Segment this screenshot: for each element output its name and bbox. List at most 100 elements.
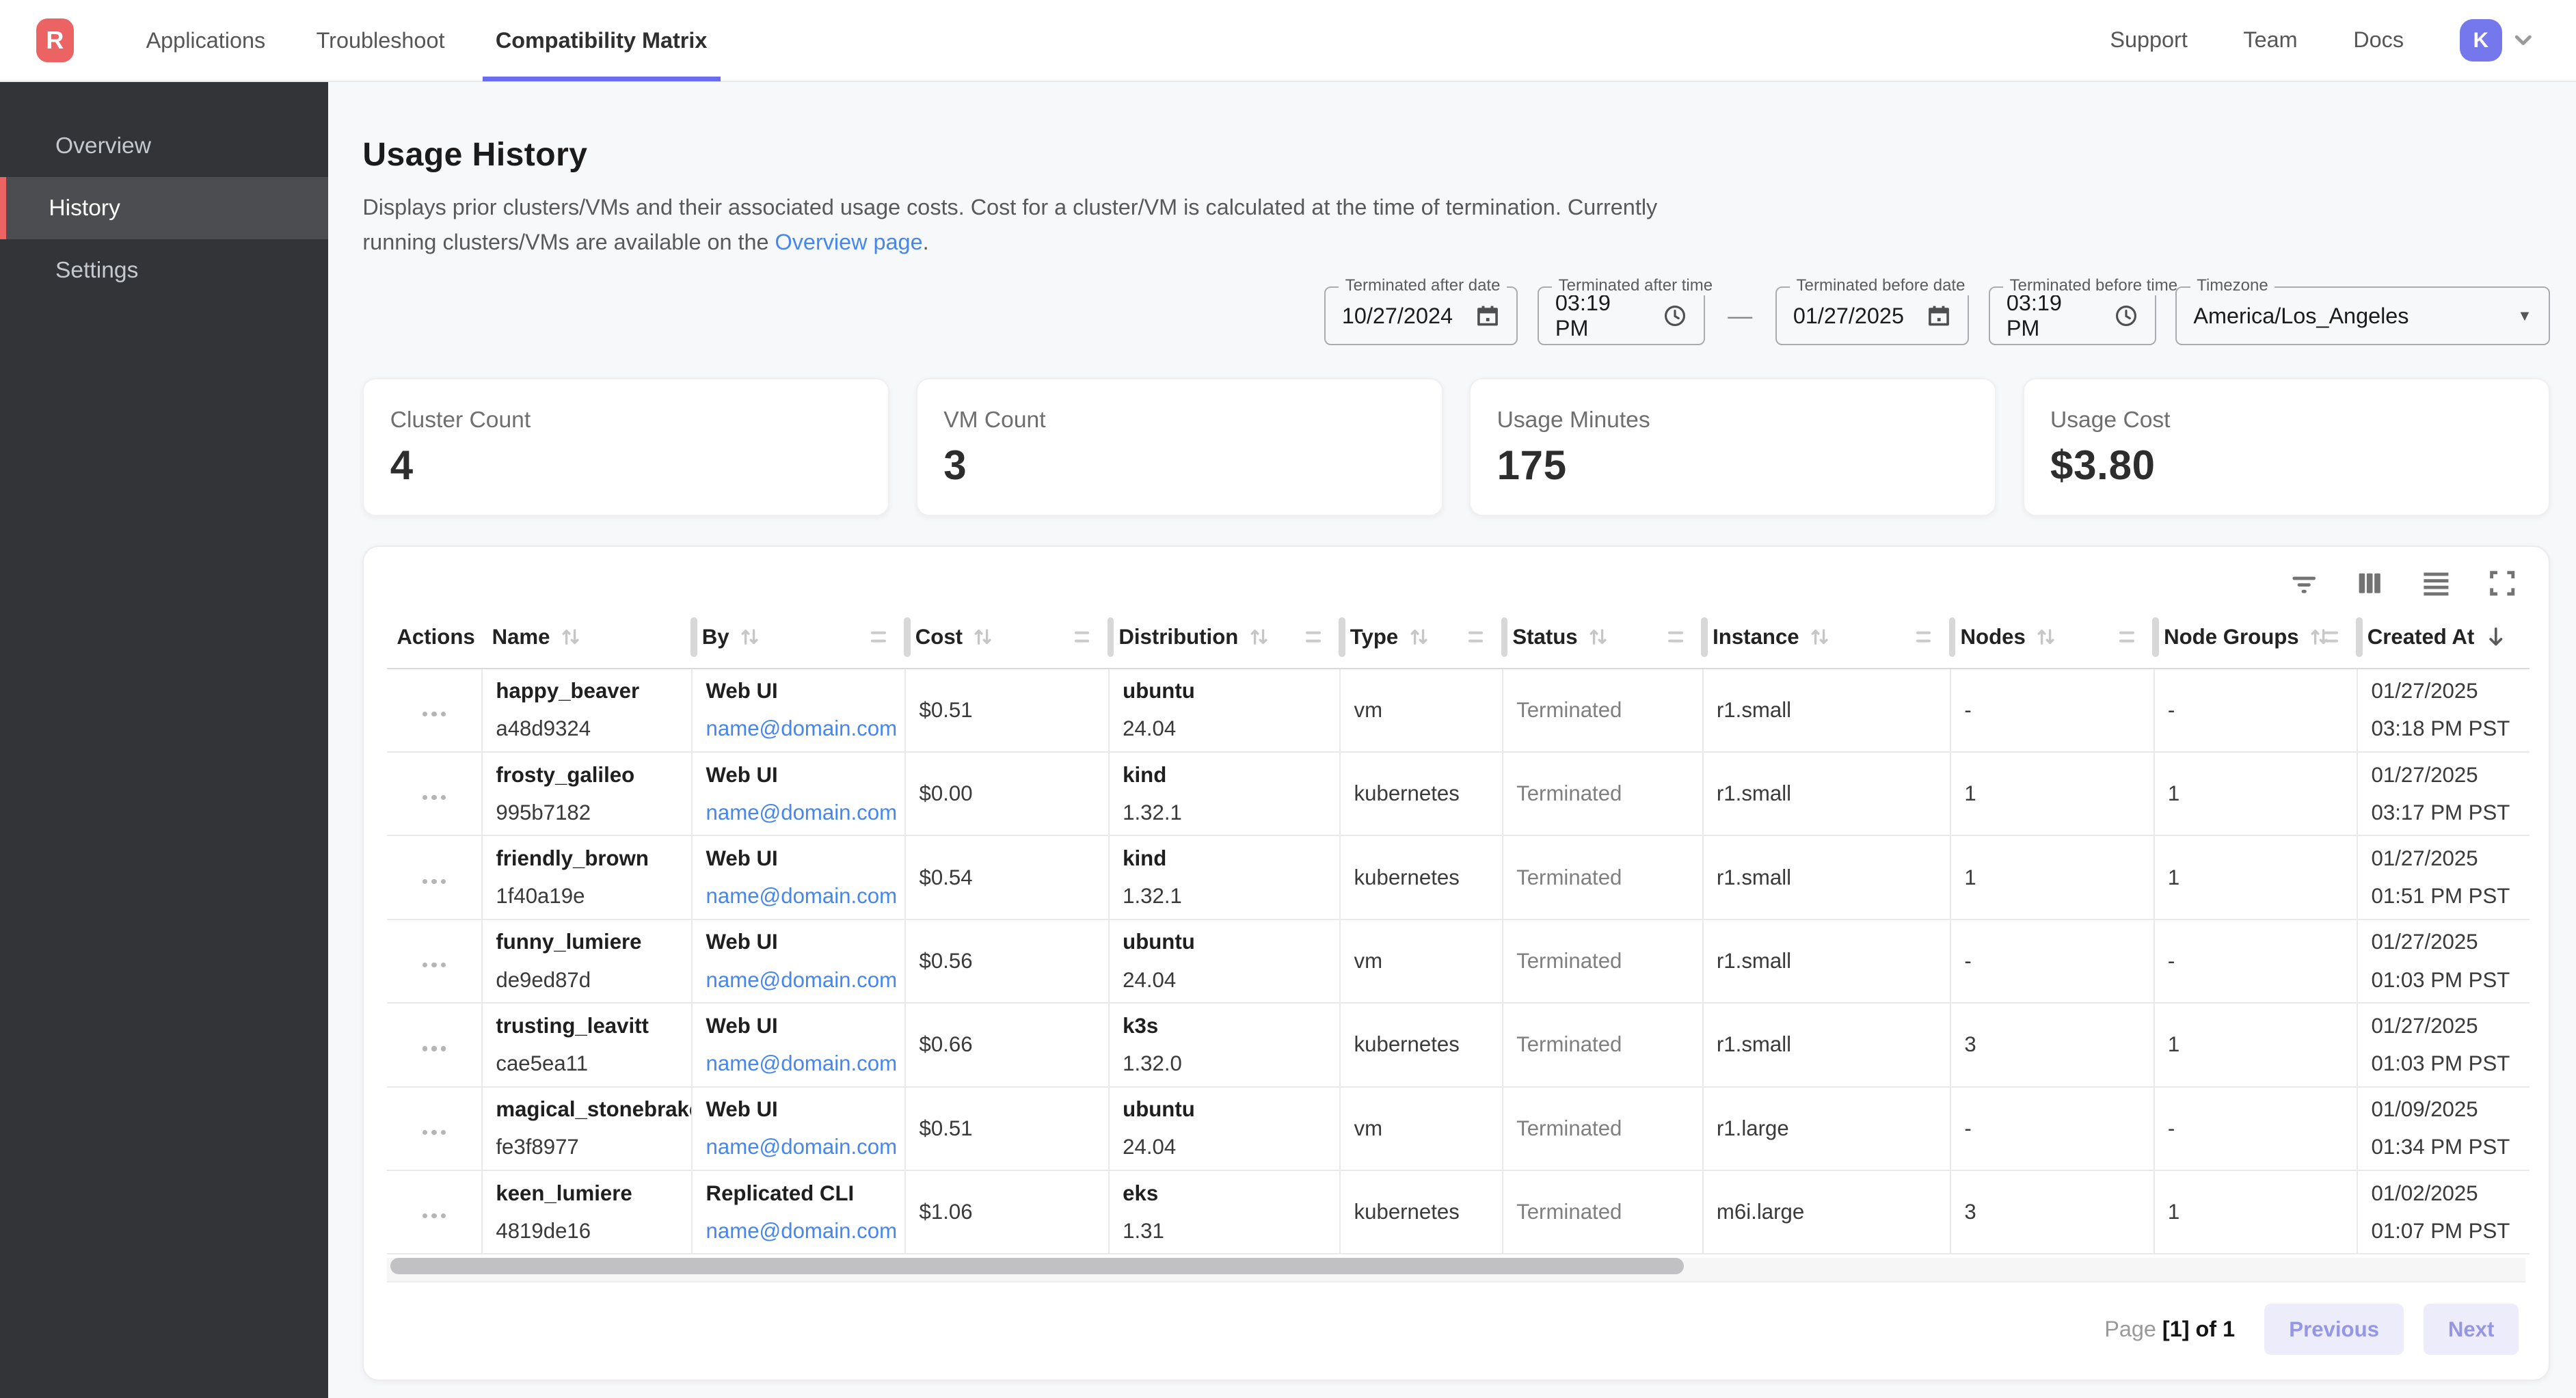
created-by-email-link[interactable]: name@domain.com [706, 968, 898, 992]
nav-link-team[interactable]: Team [2243, 27, 2297, 53]
overview-page-link[interactable]: Overview page [775, 230, 923, 254]
node-groups-value: 1 [2168, 865, 2179, 889]
cost-value: $0.66 [920, 1032, 973, 1056]
column-drag-grip[interactable] [1468, 631, 1484, 643]
sort-control[interactable]: Node Groups [2164, 625, 2330, 649]
row-actions-button[interactable] [420, 789, 449, 807]
terminated-before-time-input[interactable]: Terminated before time 03:19 PM [1989, 286, 2156, 345]
terminated-before-date-input[interactable]: Terminated before date 01/27/2025 [1775, 286, 1969, 345]
nav-tab-applications[interactable]: Applications [133, 0, 278, 81]
nav-tab-label: Applications [146, 28, 266, 53]
cell-distribution: k3s 1.32.0 [1109, 1003, 1340, 1086]
terminated-after-date-input[interactable]: Terminated after date 10/27/2024 [1324, 286, 1518, 345]
column-resize-handle[interactable] [2152, 617, 2159, 657]
column-drag-grip[interactable] [1668, 631, 1683, 643]
column-label: Actions [397, 625, 474, 649]
sidebar: Overview History Settings [0, 82, 328, 1398]
created-by-email-link[interactable]: name@domain.com [706, 1219, 898, 1243]
sort-control[interactable]: Name [492, 625, 582, 649]
sort-control[interactable]: Instance [1713, 625, 1830, 649]
scrollbar-thumb[interactable] [390, 1258, 1684, 1274]
column-drag-grip[interactable] [1306, 631, 1321, 643]
row-actions-button[interactable] [420, 1040, 449, 1058]
row-actions-button[interactable] [420, 1123, 449, 1141]
created-time: 01:03 PM PST [2372, 1051, 2517, 1076]
column-resize-handle[interactable] [1949, 617, 1956, 657]
clock-icon[interactable] [1663, 304, 1687, 328]
filter-icon[interactable] [2291, 570, 2317, 596]
sort-icon [1587, 626, 1609, 647]
description-period: . [923, 230, 929, 254]
cell-node-groups: 1 [2154, 752, 2358, 835]
sort-control[interactable]: Type [1350, 625, 1430, 649]
instance-value: r1.small [1717, 949, 1791, 973]
column-drag-grip[interactable] [2119, 631, 2134, 643]
created-by-source: Replicated CLI [706, 1181, 892, 1206]
created-by-email-link[interactable]: name@domain.com [706, 716, 898, 740]
column-resize-handle[interactable] [1501, 617, 1508, 657]
page-description: Displays prior clusters/VMs and their as… [362, 190, 1683, 260]
row-actions-button[interactable] [420, 1207, 449, 1225]
nav-link-docs[interactable]: Docs [2353, 27, 2404, 53]
calendar-icon[interactable] [1475, 304, 1500, 328]
nav-tab-compatibility-matrix[interactable]: Compatibility Matrix [483, 0, 721, 81]
created-by-email-link[interactable]: name@domain.com [706, 1051, 898, 1075]
terminated-after-time-input[interactable]: Terminated after time 03:19 PM [1538, 286, 1705, 345]
nav-link-support[interactable]: Support [2110, 27, 2187, 53]
column-drag-grip[interactable] [1916, 631, 1931, 643]
sort-control[interactable]: Status [1512, 625, 1609, 649]
fullscreen-icon[interactable] [2489, 570, 2515, 596]
nav-tab-troubleshoot[interactable]: Troubleshoot [303, 0, 457, 81]
cell-instance: r1.small [1703, 835, 1950, 919]
column-drag-grip[interactable] [2323, 631, 2338, 643]
sort-control[interactable]: Cost [915, 625, 994, 649]
sort-control[interactable]: Nodes [1961, 625, 2057, 649]
column-label: Distribution [1118, 625, 1238, 649]
sidebar-item-overview[interactable]: Overview [0, 115, 328, 177]
sort-control[interactable]: Distribution [1118, 625, 1270, 649]
created-by-source: Web UI [706, 1097, 892, 1122]
previous-page-button[interactable]: Previous [2264, 1304, 2404, 1354]
input-value: 03:19 PM [1555, 291, 1650, 341]
calendar-icon[interactable] [1927, 304, 1951, 328]
row-actions-button[interactable] [420, 956, 449, 973]
sidebar-item-settings[interactable]: Settings [0, 239, 328, 301]
cell-type: kubernetes [1340, 1003, 1503, 1086]
column-resize-handle[interactable] [1339, 617, 1345, 657]
cell-nodes: - [1950, 669, 2154, 752]
distribution-version: 24.04 [1123, 968, 1326, 993]
column-resize-handle[interactable] [1701, 617, 1708, 657]
nodes-value: 1 [1964, 781, 1976, 805]
date-range-separator: — [1724, 301, 1756, 330]
column-drag-grip[interactable] [1075, 631, 1090, 643]
cell-created-at: 01/27/2025 03:17 PM PST [2357, 752, 2530, 835]
sort-control[interactable]: Created At [2367, 625, 2508, 649]
column-header-nodes: Nodes [1950, 606, 2154, 668]
sidebar-item-history[interactable]: History [0, 177, 328, 239]
cell-by: Web UI name@domain.com [692, 835, 905, 919]
sort-control[interactable]: By [702, 625, 760, 649]
created-by-email-link[interactable]: name@domain.com [706, 801, 898, 824]
column-resize-handle[interactable] [690, 617, 697, 657]
clock-icon[interactable] [2114, 304, 2138, 328]
columns-icon[interactable] [2357, 570, 2383, 596]
created-by-email-link[interactable]: name@domain.com [706, 1135, 898, 1159]
column-resize-handle[interactable] [1108, 617, 1114, 657]
horizontal-scrollbar[interactable] [387, 1258, 2525, 1282]
replicated-logo[interactable]: R [36, 18, 74, 63]
account-menu[interactable]: K [2460, 19, 2535, 62]
column-drag-grip[interactable] [871, 631, 886, 643]
next-page-button[interactable]: Next [2424, 1304, 2519, 1354]
column-label: Instance [1713, 625, 1799, 649]
row-actions-button[interactable] [420, 705, 449, 723]
timezone-select[interactable]: Timezone America/Los_Angeles ▼ [2175, 286, 2549, 345]
column-resize-handle[interactable] [904, 617, 911, 657]
density-icon[interactable] [2422, 570, 2450, 596]
created-date: 01/27/2025 [2372, 763, 2517, 788]
instance-value: r1.small [1717, 865, 1791, 889]
sort-icon [2035, 626, 2056, 647]
distribution-version: 1.32.1 [1123, 801, 1326, 825]
created-by-email-link[interactable]: name@domain.com [706, 884, 898, 908]
column-resize-handle[interactable] [2356, 617, 2363, 657]
row-actions-button[interactable] [420, 872, 449, 890]
